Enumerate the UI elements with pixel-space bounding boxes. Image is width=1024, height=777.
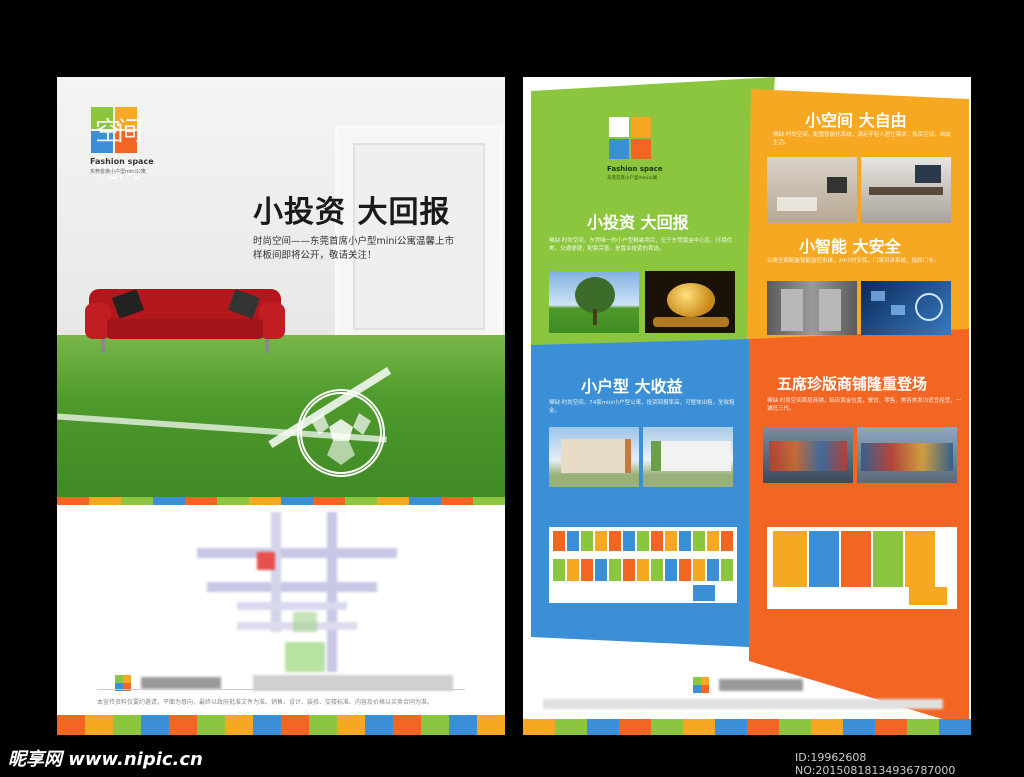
- color-blocks-logo-icon: [609, 117, 653, 161]
- section-text-invest: 稀缺·时尚空间，东莞唯一的小户型精装项目，位于东莞黄金中心区。环境优美，交通便捷…: [549, 238, 733, 252]
- section-text-smart: 公寓全面配备智能监控系统，24小时安保，门禁对讲系统，指纹门卡。: [767, 258, 940, 264]
- footer-blur: [543, 699, 943, 709]
- subline-2: 样板间即将公开，敬请关注！: [253, 250, 377, 261]
- section-title-shops: 五席珍版商铺隆重登场: [777, 375, 928, 393]
- color-blocks-logo-icon: [693, 677, 709, 693]
- section-title-smart: 小智能 大安全: [799, 237, 901, 256]
- color-stripe-bottom: [57, 715, 505, 735]
- right-flyer: Fashion space 东莞首席小户型mini公寓 小投资 大回报 稀缺·时…: [523, 77, 971, 735]
- contact-blur: [719, 679, 803, 691]
- section-text-returns: 稀缺·时尚空间，74套mini小户型公寓，投资回报率高，可整体出租，坐收租金。: [549, 400, 735, 414]
- section-text-space: 稀缺·时尚空间，配置智能化系统，满足年轻人居住需求，独享空间，自由生活。: [773, 132, 951, 146]
- color-stripe-bottom: [523, 719, 971, 735]
- interior-photo-2: [861, 157, 951, 223]
- brand-tag: 东莞首席小户型mini公寓: [90, 169, 146, 175]
- brand-en: Fashion space: [607, 165, 663, 173]
- footer-divider: [97, 689, 465, 690]
- watermark-id: ID:19962608 NO:20150818134936787000: [795, 751, 956, 777]
- floor-plan-icon: [543, 523, 743, 621]
- street-shops-photo-2: [857, 427, 957, 483]
- security-tech-photo: [861, 281, 951, 335]
- section-title-space: 小空间 大自由: [805, 111, 907, 130]
- watermark-site: 昵享网 www.nipic.cn: [8, 749, 203, 770]
- contact-blur: [141, 677, 221, 689]
- section-title-invest: 小投资 大回报: [587, 213, 689, 232]
- elevator-photo: [767, 281, 857, 335]
- street-shops-photo-1: [763, 427, 853, 483]
- shop-floor-plan-icon: [759, 523, 965, 619]
- map-icon: [197, 512, 397, 672]
- headline: 小投资 大回报: [253, 195, 451, 230]
- footer-fine-print: 本宣传资料仅要约邀请，平面为意向，最终以政府批准文件为准。销售、设计、装修、交楼…: [97, 699, 434, 706]
- color-blocks-logo-icon: 空间时尚: [91, 107, 143, 184]
- brand-en: Fashion space: [90, 157, 154, 166]
- brand-tag: 东莞首席小户型mini公寓: [607, 176, 658, 181]
- color-stripe: [57, 497, 505, 505]
- money-tree-photo: [549, 271, 639, 333]
- section-title-returns: 小户型 大收益: [581, 377, 683, 396]
- subline-1: 时尚空间——东莞首席小户型mini公寓温馨上市: [253, 236, 455, 247]
- turf-floor: [57, 335, 505, 497]
- soccer-ball-icon: [297, 389, 385, 477]
- building-photo-1: [549, 427, 639, 487]
- red-sofa-image: [85, 289, 285, 353]
- building-photo-2: [643, 427, 733, 487]
- gold-piggy-photo: [645, 271, 735, 333]
- section-text-shops: 稀缺·时尚空间首层商铺，临街黄金位置，餐饮、零售、美容美发均适宜经营，一铺旺三代…: [767, 398, 962, 412]
- left-flyer: 空间时尚 Fashion space 东莞首席小户型mini公寓 小投资 大回报…: [57, 77, 505, 735]
- interior-photo-1: [767, 157, 857, 223]
